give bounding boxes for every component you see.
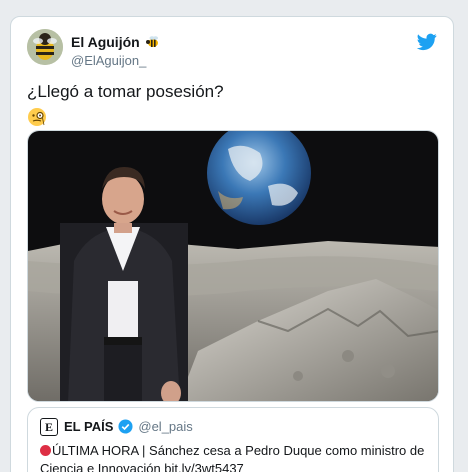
- quoted-display-name[interactable]: EL PAÍS: [64, 419, 113, 434]
- quoted-tweet[interactable]: E EL PAÍS @el_pais ÚLTIMA HORA | Sánchez…: [27, 407, 439, 472]
- red-circle-icon: [40, 445, 51, 456]
- twitter-bird-icon[interactable]: [416, 33, 437, 51]
- avatar-bee-image: [27, 29, 63, 65]
- quoted-handle[interactable]: @el_pais: [138, 419, 192, 434]
- quoted-text-line2[interactable]: Ciencia e Innovación bit.ly/3wt5437: [40, 461, 244, 472]
- quoted-account-logo: E: [40, 418, 58, 436]
- tweet-card[interactable]: El Aguijón @ElAguijon_ ¿Llegó a tomar po…: [10, 16, 454, 472]
- verified-badge-icon: [118, 419, 133, 434]
- photo-man-suit-moon-earth-backdrop: [28, 131, 438, 401]
- quoted-name-row: EL PAÍS @el_pais: [64, 419, 193, 434]
- display-name-row: El Aguijón: [71, 33, 161, 51]
- quoted-text-line1: ÚLTIMA HORA | Sánchez cesa a Pedro Duque…: [52, 443, 425, 458]
- tweet-text: ¿Llegó a tomar posesión?: [27, 82, 224, 101]
- honeybee-icon: [145, 34, 161, 50]
- quoted-text: ÚLTIMA HORA | Sánchez cesa a Pedro Duque…: [40, 442, 430, 472]
- tweet-photo[interactable]: [27, 130, 439, 402]
- handle[interactable]: @ElAguijon_: [71, 53, 146, 68]
- avatar[interactable]: [27, 29, 63, 65]
- page: El Aguijón @ElAguijon_ ¿Llegó a tomar po…: [0, 0, 468, 472]
- display-name[interactable]: El Aguijón: [71, 34, 140, 50]
- monocle-face-icon: [27, 107, 47, 127]
